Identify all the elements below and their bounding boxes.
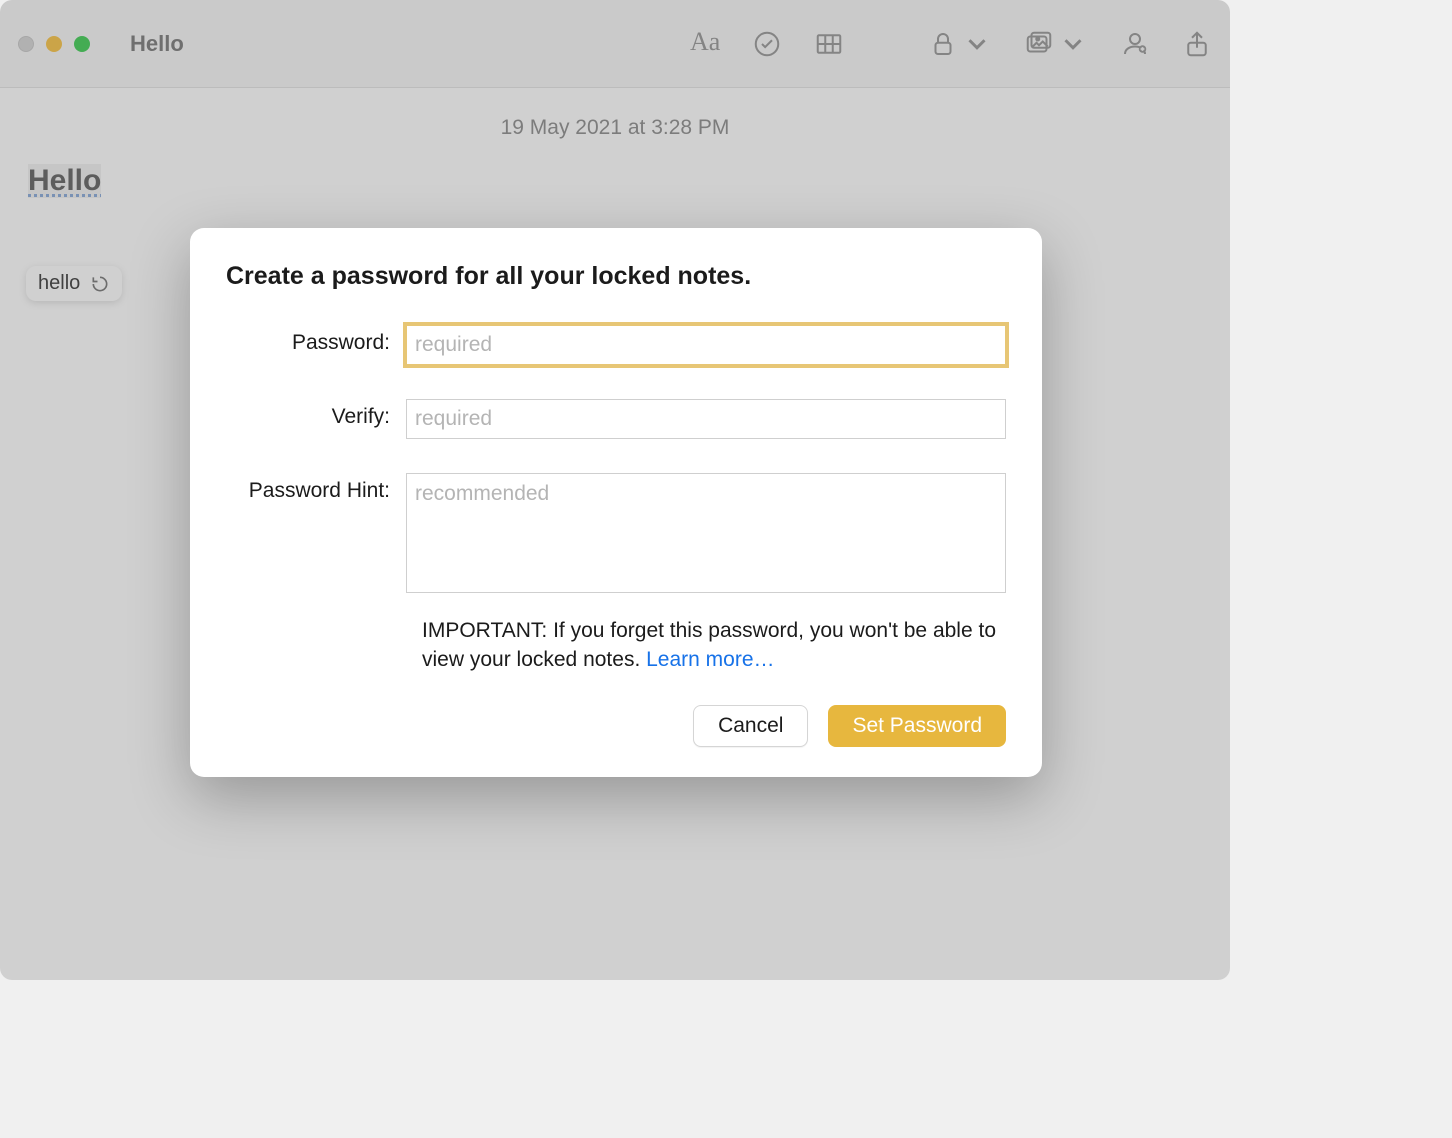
maximize-window-button[interactable] xyxy=(74,36,90,52)
checklist-icon[interactable] xyxy=(752,29,782,59)
note-heading[interactable]: Hello xyxy=(28,164,101,198)
notes-window: Hello Aa xyxy=(0,0,1230,980)
chevron-down-icon xyxy=(1058,29,1088,59)
media-icon[interactable] xyxy=(1024,29,1088,59)
dialog-title: Create a password for all your locked no… xyxy=(226,262,1006,291)
verify-input[interactable] xyxy=(406,399,1006,439)
revert-icon xyxy=(90,274,110,294)
set-password-button[interactable]: Set Password xyxy=(828,705,1006,747)
dialog-buttons: Cancel Set Password xyxy=(226,705,1006,747)
format-icon[interactable]: Aa xyxy=(690,29,720,59)
important-warning: IMPORTANT: If you forget this password, … xyxy=(422,616,1006,675)
password-label: Password: xyxy=(226,325,406,355)
password-hint-input[interactable] xyxy=(406,473,1006,593)
minimize-window-button[interactable] xyxy=(46,36,62,52)
learn-more-link[interactable]: Learn more… xyxy=(646,648,774,671)
password-input[interactable] xyxy=(406,325,1006,365)
window-controls xyxy=(18,36,90,52)
verify-label: Verify: xyxy=(226,399,406,429)
window-title: Hello xyxy=(130,31,184,57)
password-dialog: Create a password for all your locked no… xyxy=(190,228,1042,777)
note-date: 19 May 2021 at 3:28 PM xyxy=(28,108,1202,140)
titlebar: Hello Aa xyxy=(0,0,1230,88)
autocorrect-suggestion-text: hello xyxy=(38,272,80,295)
share-icon[interactable] xyxy=(1182,29,1212,59)
toolbar: Aa xyxy=(690,29,1212,59)
collaborate-icon[interactable] xyxy=(1120,29,1150,59)
autocorrect-tooltip[interactable]: hello xyxy=(26,266,122,301)
hint-label: Password Hint: xyxy=(226,473,406,503)
lock-icon[interactable] xyxy=(928,29,992,59)
chevron-down-icon xyxy=(962,29,992,59)
cancel-button[interactable]: Cancel xyxy=(693,705,808,747)
table-icon[interactable] xyxy=(814,29,844,59)
close-window-button[interactable] xyxy=(18,36,34,52)
